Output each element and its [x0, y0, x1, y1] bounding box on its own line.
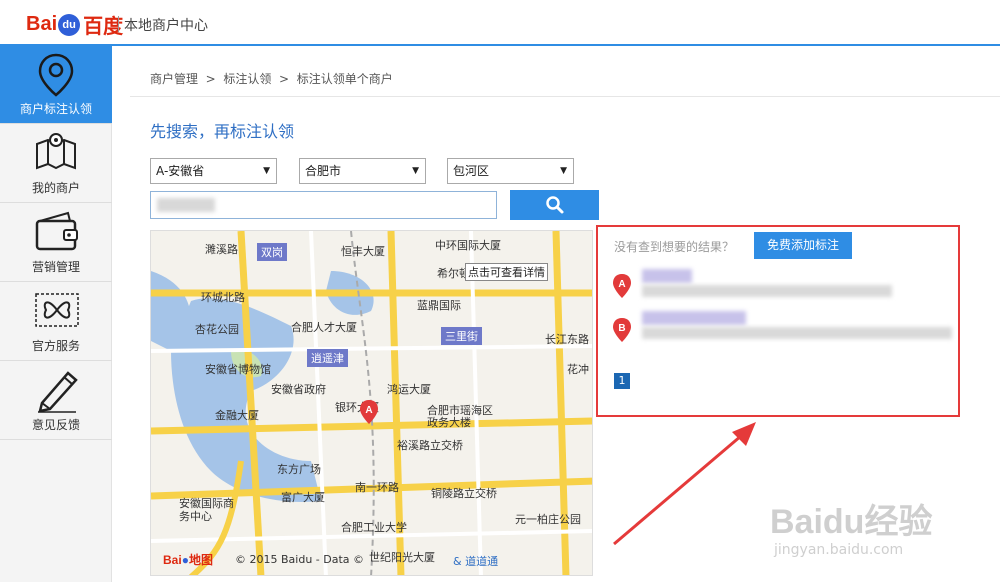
map-label: 长江东路: [545, 333, 589, 346]
sidebar: 商户标注认领 我的商户 营销管理 官方服务 意见反馈: [0, 46, 112, 582]
breadcrumb-item[interactable]: 标注认领: [223, 72, 271, 86]
baidu-logo[interactable]: Bai du 百度: [26, 10, 123, 39]
map-marker-a[interactable]: A: [359, 399, 379, 425]
province-select[interactable]: A-安徽省 ▼: [150, 158, 277, 184]
annotation-arrow: [613, 422, 756, 546]
map-label: 逍遥津: [307, 349, 348, 367]
breadcrumb-divider: [130, 96, 1000, 97]
map-label: 裕溪路立交桥: [397, 439, 463, 452]
pagination-page-1[interactable]: 1: [614, 373, 630, 389]
map-label: 安徽省政府: [271, 383, 326, 396]
map-label: 合肥人才大厦: [291, 321, 357, 334]
header-title: 本地商户中心: [124, 18, 208, 34]
map-label: 南一环路: [355, 481, 399, 494]
search-icon: [545, 196, 563, 214]
watermark-url: jingyan.baidu.com: [774, 542, 904, 558]
map-label: 中环国际大厦: [435, 239, 501, 252]
map-label: 安徽省博物馆: [205, 363, 271, 376]
sidebar-item-label: 意见反馈: [31, 418, 80, 432]
map-copyright-link[interactable]: & 道道通: [453, 553, 498, 569]
blurred-query: [157, 198, 215, 212]
sidebar-item-label: 我的商户: [31, 181, 80, 195]
page-title: 先搜索，再标注认领: [150, 122, 295, 141]
svg-text:A: A: [618, 279, 625, 290]
result-b-address: [642, 327, 952, 339]
pencil-icon: [38, 371, 78, 413]
service-icon: [35, 293, 79, 327]
sidebar-item-marketing[interactable]: 营销管理: [0, 203, 112, 282]
map-label: 濉溪路: [205, 243, 238, 256]
result-a-address: [642, 285, 892, 297]
search-button[interactable]: [510, 190, 599, 220]
dropdown-arrow-icon: ▼: [263, 166, 270, 176]
map-label: 蓝鼎国际: [417, 299, 461, 312]
dropdown-arrow-icon: ▼: [412, 166, 419, 176]
sidebar-item-feedback[interactable]: 意见反馈: [0, 361, 112, 440]
map-label: 三里街: [441, 327, 482, 345]
sidebar-item-official-service[interactable]: 官方服务: [0, 282, 112, 361]
wallet-icon: [35, 211, 78, 251]
map-label: 花冲: [567, 363, 589, 376]
map-label: 元一柏庄公园: [515, 513, 581, 526]
sidebar-item-label: 官方服务: [31, 339, 80, 353]
top-header: Bai du 百度 本地商户中心: [0, 0, 1000, 46]
map-icon: [36, 133, 76, 170]
map-label: 铜陵路立交桥: [431, 487, 497, 500]
result-marker-b-icon: B: [613, 318, 631, 342]
location-pin-icon: [38, 53, 74, 97]
header-divider: [118, 16, 119, 32]
result-b-name[interactable]: [642, 311, 746, 325]
breadcrumb-item[interactable]: 商户管理: [150, 72, 198, 86]
breadcrumb: 商户管理 > 标注认领 > 标注认领单个商户: [150, 72, 393, 86]
svg-text:A: A: [365, 405, 372, 416]
map-label: 环城北路: [201, 291, 245, 304]
search-input[interactable]: [150, 191, 497, 219]
map-label: 合肥工业大学: [341, 521, 407, 534]
sidebar-item-label: 商户标注认领: [19, 102, 92, 116]
map-label: 世纪阳光大厦: [369, 551, 435, 564]
map-view[interactable]: 濉溪路 双岗 恒丰大厦 中环国际大厦 希尔顿 点击可查看详情 环城北路 蓝鼎国际…: [150, 230, 593, 576]
sidebar-item-label: 营销管理: [31, 260, 80, 274]
map-label: 鸿运大厦: [387, 383, 431, 396]
map-label: 杏花公园: [195, 323, 239, 336]
watermark: Baidu经验 jingyan.baidu.com: [770, 480, 990, 580]
map-label: 安徽国际商务中心: [179, 497, 234, 523]
map-label: 双岗: [257, 243, 287, 261]
map-label: 富广大厦: [281, 491, 325, 504]
map-copyright: © 2015 Baidu - Data ©: [235, 553, 365, 566]
map-tooltip: 点击可查看详情: [465, 263, 548, 281]
svg-text:B: B: [618, 323, 625, 334]
map-label: 合肥市瑶海区政务大楼: [427, 404, 493, 429]
no-result-text: 没有查到想要的结果？: [614, 240, 735, 254]
result-marker-a-icon: A: [613, 274, 631, 298]
dropdown-arrow-icon: ▼: [560, 166, 567, 176]
result-a-name[interactable]: [642, 269, 692, 283]
watermark-brand: Baidu经验: [770, 503, 933, 541]
breadcrumb-item: 标注认领单个商户: [296, 72, 393, 86]
sidebar-item-my-merchants[interactable]: 我的商户: [0, 124, 112, 203]
map-label: 恒丰大厦: [341, 245, 385, 258]
map-logo: Bai●地图: [163, 553, 213, 567]
city-select[interactable]: 合肥市 ▼: [299, 158, 426, 184]
add-marker-button[interactable]: 免费添加标注: [754, 232, 852, 259]
sidebar-item-claim[interactable]: 商户标注认领: [0, 46, 112, 124]
map-label: 东方广场: [277, 463, 321, 476]
map-label: 金融大厦: [215, 409, 259, 422]
paw-icon: ●: [181, 553, 189, 567]
search-results-panel: 没有查到想要的结果？ 免费添加标注 A B 1: [596, 225, 960, 417]
district-select[interactable]: 包河区 ▼: [447, 158, 574, 184]
